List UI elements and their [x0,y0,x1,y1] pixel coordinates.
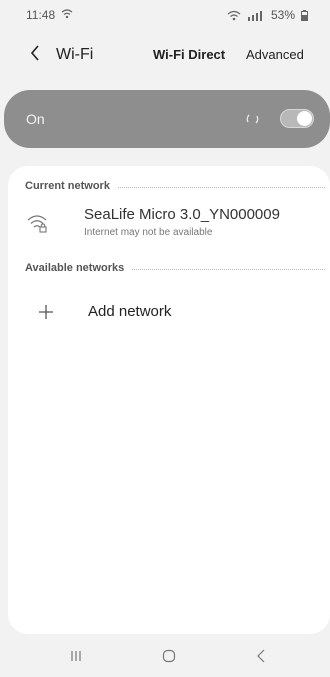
wifi-toggle[interactable] [280,109,314,128]
wifi-direct-button[interactable]: Wi-Fi Direct [153,47,225,62]
battery-percent: 53% [270,8,295,22]
add-network-label: Add network [88,303,172,320]
wifi-master-switch-card[interactable]: On [4,90,330,148]
back-icon [256,649,266,668]
app-header: Wi-Fi Wi-Fi Direct Advanced [0,38,330,72]
network-name: SeaLife Micro 3.0_YN000009 [84,206,280,223]
section-divider [132,268,325,270]
recents-button[interactable] [65,648,87,668]
cell-signal-icon [247,10,265,21]
toggle-knob [297,111,312,126]
wifi-switch-label: On [26,111,45,127]
nav-back-button[interactable] [250,648,272,668]
section-divider [117,186,325,188]
current-network-row[interactable]: SeaLife Micro 3.0_YN000009 Internet may … [8,202,330,246]
status-bar: 11:48 53% [0,0,330,30]
add-network-row[interactable]: Add network [8,294,330,330]
battery-icon [301,9,308,21]
recents-icon [69,649,83,668]
current-network-label: Current network [25,180,110,192]
loading-spinner-icon [246,114,259,124]
wifi-lock-icon [26,212,48,234]
wifi-signal-icon [61,8,73,22]
home-icon [162,649,176,668]
status-time: 11:48 [26,8,56,22]
navigation-bar [0,640,330,677]
available-networks-label: Available networks [25,262,125,274]
current-network-header: Current network [25,180,325,192]
wifi-settings-screen: 11:48 53% Wi-Fi Wi-Fi Direct Advanced On… [0,0,330,677]
plus-icon [38,304,54,320]
available-networks-header: Available networks [25,262,325,274]
chevron-left-icon [30,44,40,66]
network-status: Internet may not be available [84,227,213,238]
home-button[interactable] [158,648,180,668]
status-bar-left: 11:48 [26,8,73,22]
network-list-card: Current network SeaLife Micro 3.0_YN0000… [8,166,330,634]
advanced-button[interactable]: Advanced [246,47,304,62]
wifi-status-icon [227,10,241,21]
back-button[interactable] [24,44,46,66]
page-title: Wi-Fi [56,46,94,63]
status-bar-right: 53% [227,8,308,22]
